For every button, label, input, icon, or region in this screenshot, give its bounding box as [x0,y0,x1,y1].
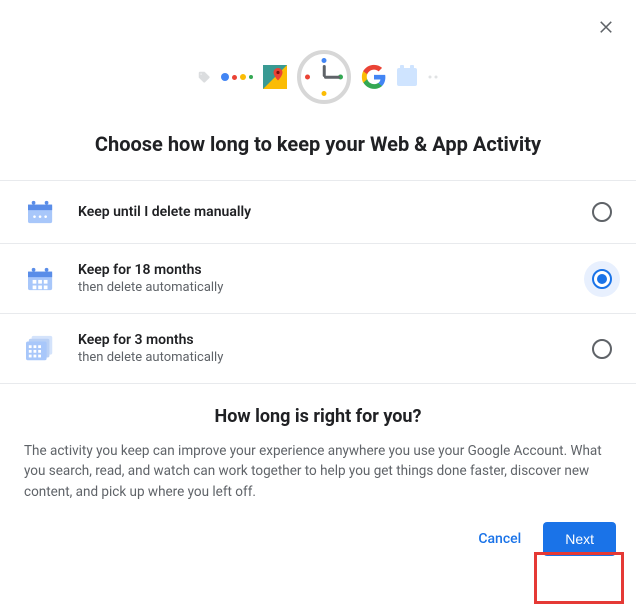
radio-selected[interactable] [592,269,612,289]
activity-retention-dialog: Choose how long to keep your Web & App A… [0,0,636,612]
dialog-title: Choose how long to keep your Web & App A… [0,132,636,180]
options-list: Keep until I delete manually Keep for 18… [0,180,636,384]
calendar-mini-icon [397,68,417,86]
tag-icon [197,70,211,84]
option-label: Keep until I delete manually [78,204,572,220]
dialog-actions: Cancel Next [0,510,636,572]
close-button[interactable] [594,14,618,38]
dots-icon [427,71,439,83]
option-keep-manual[interactable]: Keep until I delete manually [0,181,636,244]
cancel-button[interactable]: Cancel [466,523,533,555]
maps-icon [263,65,287,89]
help-body: The activity you keep can improve your e… [24,441,612,502]
radio-unselected[interactable] [592,202,612,222]
clock-icon [297,50,351,104]
google-g-icon [361,64,387,90]
option-sublabel: then delete automatically [78,350,572,365]
option-keep-18m[interactable]: Keep for 18 months then delete automatic… [0,244,636,314]
hero-illustration [0,0,636,104]
calendar-flip-icon [24,266,58,292]
calendar-flip-icon [24,199,58,225]
calendar-stack-icon [24,334,58,364]
radio-unselected[interactable] [592,339,612,359]
next-button[interactable]: Next [543,522,616,556]
close-icon [597,17,615,35]
help-title: How long is right for you? [24,406,612,427]
option-sublabel: then delete automatically [78,280,572,295]
option-label: Keep for 3 months [78,332,572,348]
option-label: Keep for 18 months [78,262,572,278]
assistant-icon [221,73,253,81]
help-section: How long is right for you? The activity … [0,384,636,510]
option-keep-3m[interactable]: Keep for 3 months then delete automatica… [0,314,636,384]
